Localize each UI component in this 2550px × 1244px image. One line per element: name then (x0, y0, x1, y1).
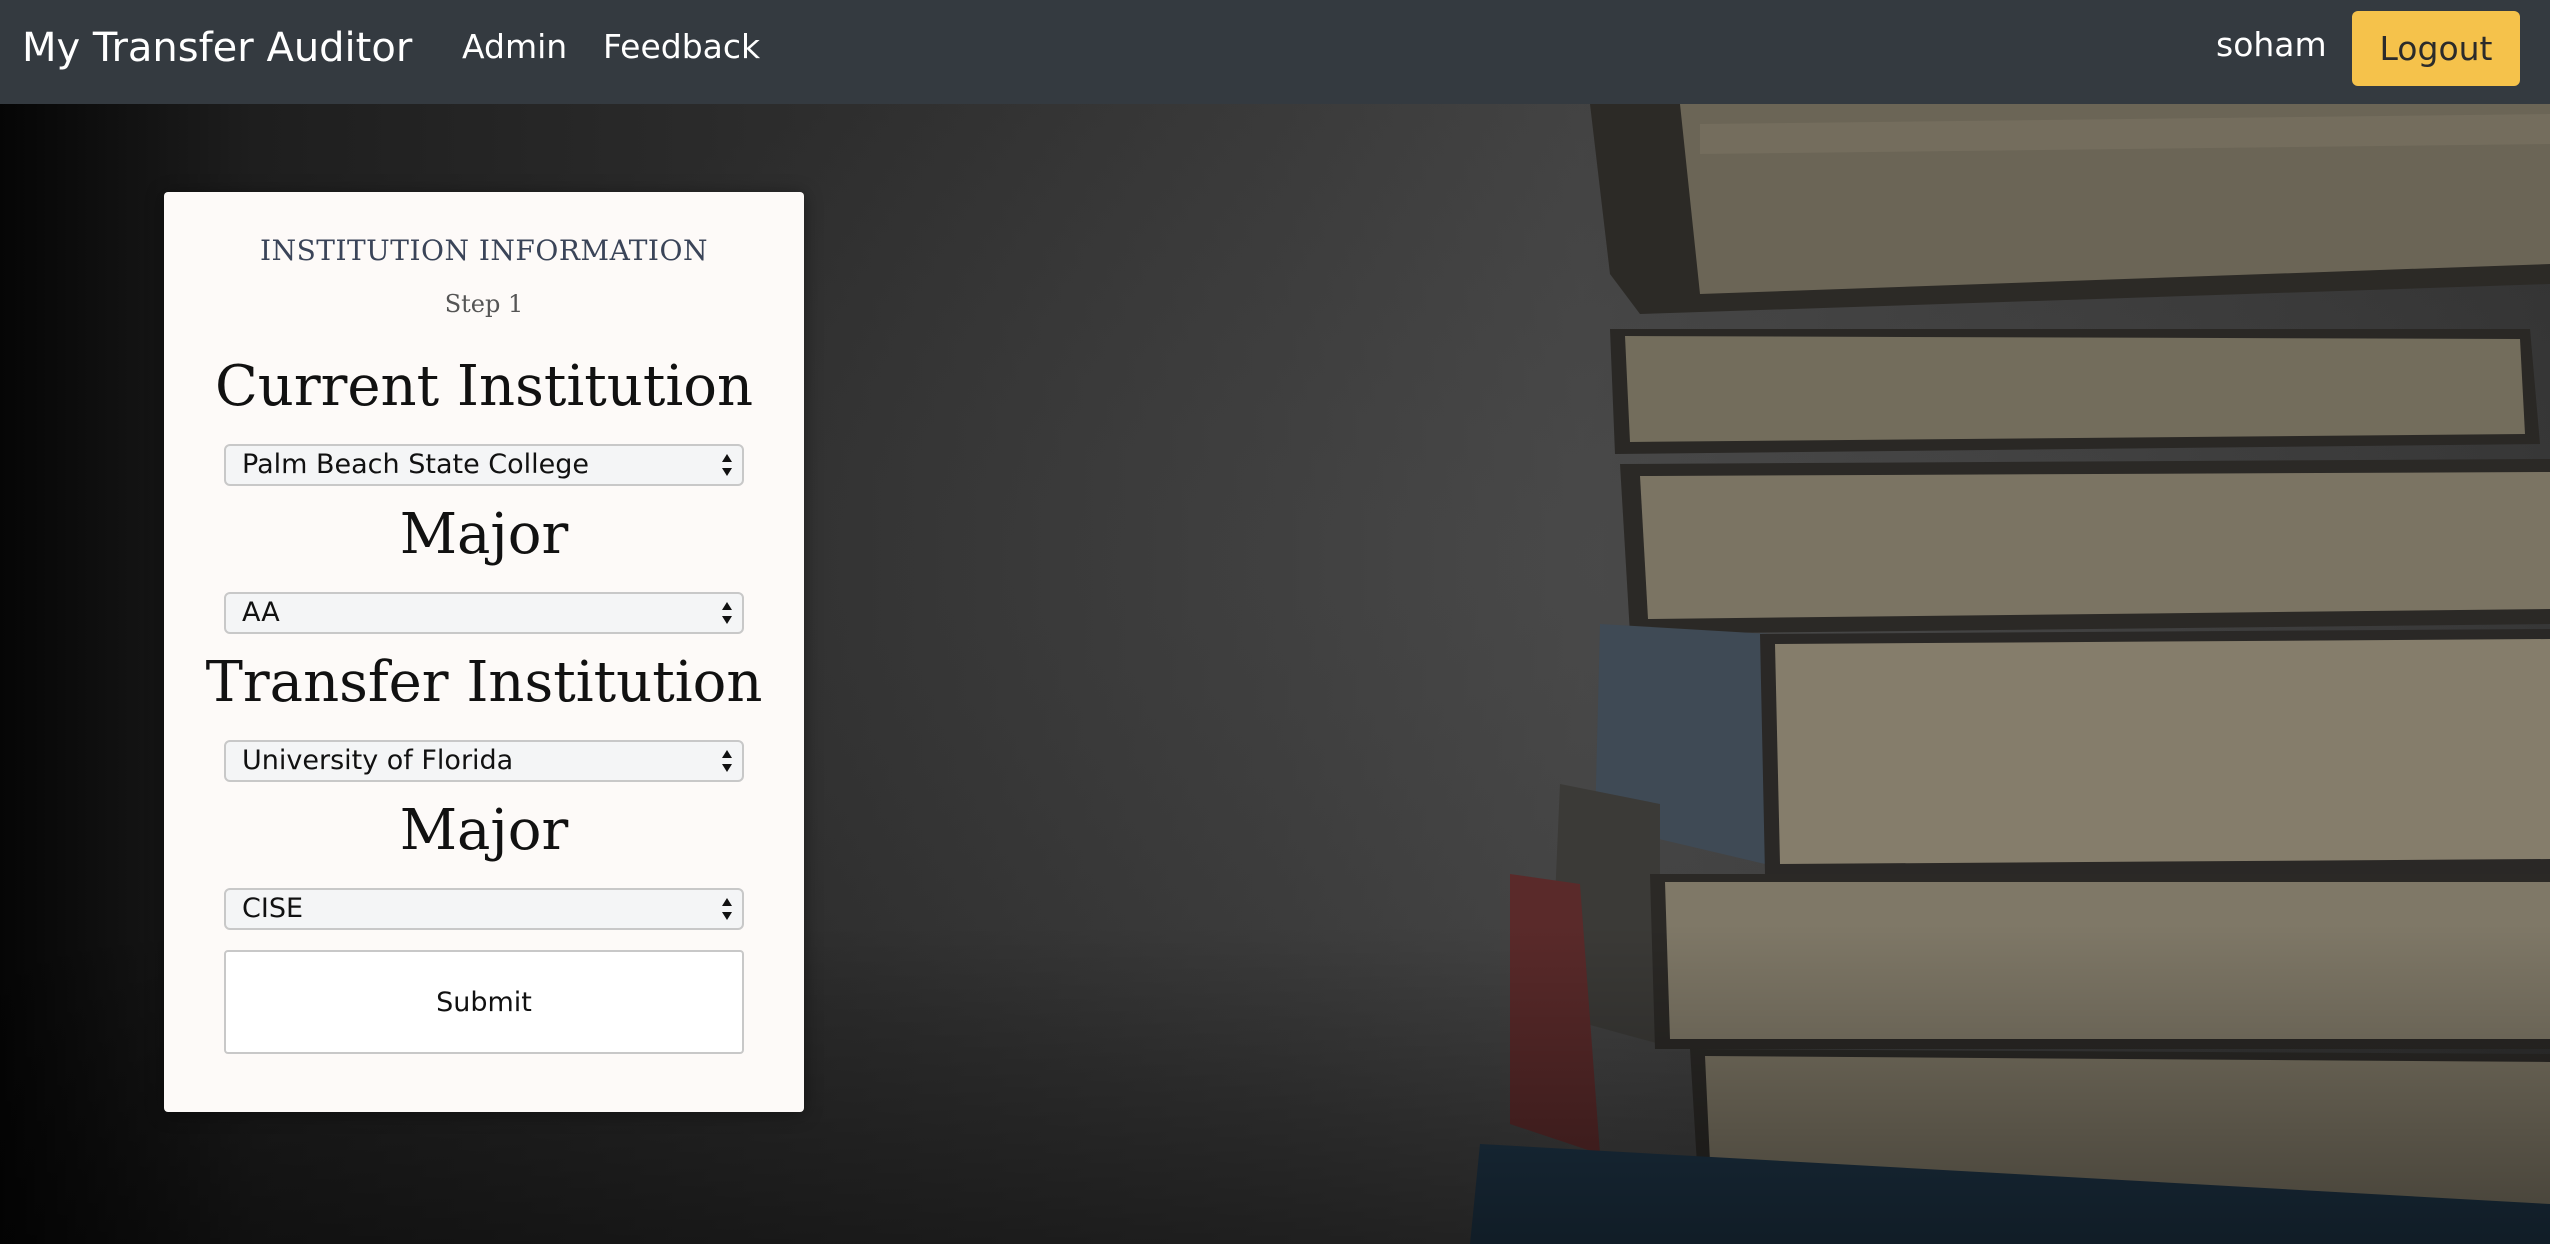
step-indicator: Step 1 (444, 290, 524, 318)
transfer-institution-select[interactable]: University of Florida (224, 740, 744, 782)
current-major-label: Major (399, 502, 569, 567)
logout-button[interactable]: Logout (2352, 11, 2520, 86)
card-title: INSTITUTION INFORMATION (260, 234, 708, 267)
username-label: soham (2216, 25, 2327, 64)
nav-link-feedback[interactable]: Feedback (603, 22, 760, 72)
transfer-institution-value: University of Florida (242, 745, 514, 776)
current-institution-value: Palm Beach State College (242, 449, 590, 480)
up-down-caret-icon (722, 898, 732, 920)
current-major-select[interactable]: AA (224, 592, 744, 634)
up-down-caret-icon (722, 750, 732, 772)
current-institution-select[interactable]: Palm Beach State College (224, 444, 744, 486)
current-institution-label: Current Institution (214, 354, 754, 419)
book (1590, 104, 2550, 314)
submit-button[interactable]: Submit (224, 950, 744, 1054)
top-navbar: My Transfer Auditor Admin Feedback soham… (0, 0, 2550, 104)
current-major-value: AA (242, 597, 280, 628)
up-down-caret-icon (722, 602, 732, 624)
transfer-major-select[interactable]: CISE (224, 888, 744, 930)
transfer-institution-label: Transfer Institution (205, 650, 763, 715)
up-down-caret-icon (722, 454, 732, 476)
transfer-major-label: Major (399, 798, 569, 863)
institution-form-card: INSTITUTION INFORMATION Step 1 Current I… (164, 192, 804, 1112)
brand-title[interactable]: My Transfer Auditor (22, 20, 412, 76)
transfer-major-value: CISE (242, 893, 304, 924)
nav-link-admin[interactable]: Admin (462, 22, 567, 72)
